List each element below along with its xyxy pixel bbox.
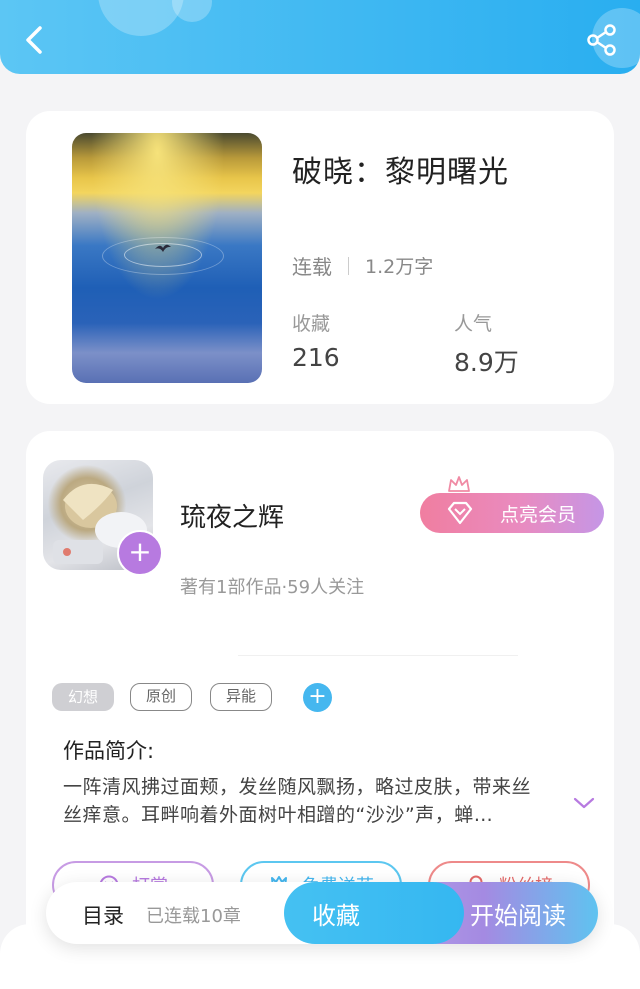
popularity-value: 8.9万 [454,348,519,377]
bottom-action-bar: 目录 已连载10章 开始阅读 收藏 [46,882,598,944]
tag-original[interactable]: 原创 [130,683,192,711]
word-count: 1.2万字 [365,256,434,278]
header-bubble-decoration [98,0,184,36]
plus-icon: + [308,684,327,709]
author-intro-card: + 琉夜之辉 著有1部作品·59人关注 点亮会员 幻想 原创 异能 + 作品简介… [26,431,614,951]
share-icon [587,24,616,56]
intro-text: 一阵清风拂过面颊，发丝随风飘扬，略过皮肤，带来丝丝痒意。耳畔响着外面树叶相蹭的“… [63,776,532,826]
bird-silhouette [155,244,171,252]
header-bubble-decoration [172,0,212,22]
share-button[interactable] [584,22,620,58]
favorites-value: 216 [292,343,340,372]
popularity-label: 人气 [454,313,493,335]
intro-heading: 作品简介: [63,739,155,763]
serial-status: 连载 [292,255,332,279]
chevron-down-icon[interactable] [572,795,596,811]
favorites-label: 收藏 [292,313,331,335]
add-tag-button[interactable]: + [303,683,332,712]
chapter-count: 已连载10章 [146,906,241,927]
tag-fantasy[interactable]: 幻想 [52,683,114,711]
favorite-button[interactable]: 收藏 [284,882,464,944]
toc-button[interactable]: 目录 [82,900,124,930]
section-divider [238,655,518,656]
back-button[interactable] [18,22,54,58]
diamond-icon [447,501,473,525]
follow-author-button[interactable]: + [117,530,163,576]
book-info-card: 破晓：黎明曙光 连载 1.2万字 收藏 216 人气 8.9万 [26,111,614,404]
back-arrow-icon [26,26,42,54]
top-header [0,0,640,74]
tag-ability[interactable]: 异能 [210,683,272,711]
member-button[interactable]: 点亮会员 [420,493,604,533]
favorite-label: 收藏 [312,901,360,930]
plus-icon: + [128,535,152,568]
author-name[interactable]: 琉夜之辉 [180,497,284,534]
status-divider [348,256,349,275]
book-cover-image[interactable] [72,133,262,383]
book-title: 破晓：黎明曙光 [292,155,509,190]
member-button-label: 点亮会员 [499,503,576,526]
author-meta: 著有1部作品·59人关注 [180,577,365,598]
book-status-row: 连载 1.2万字 [292,251,433,280]
crown-icon [448,476,470,492]
